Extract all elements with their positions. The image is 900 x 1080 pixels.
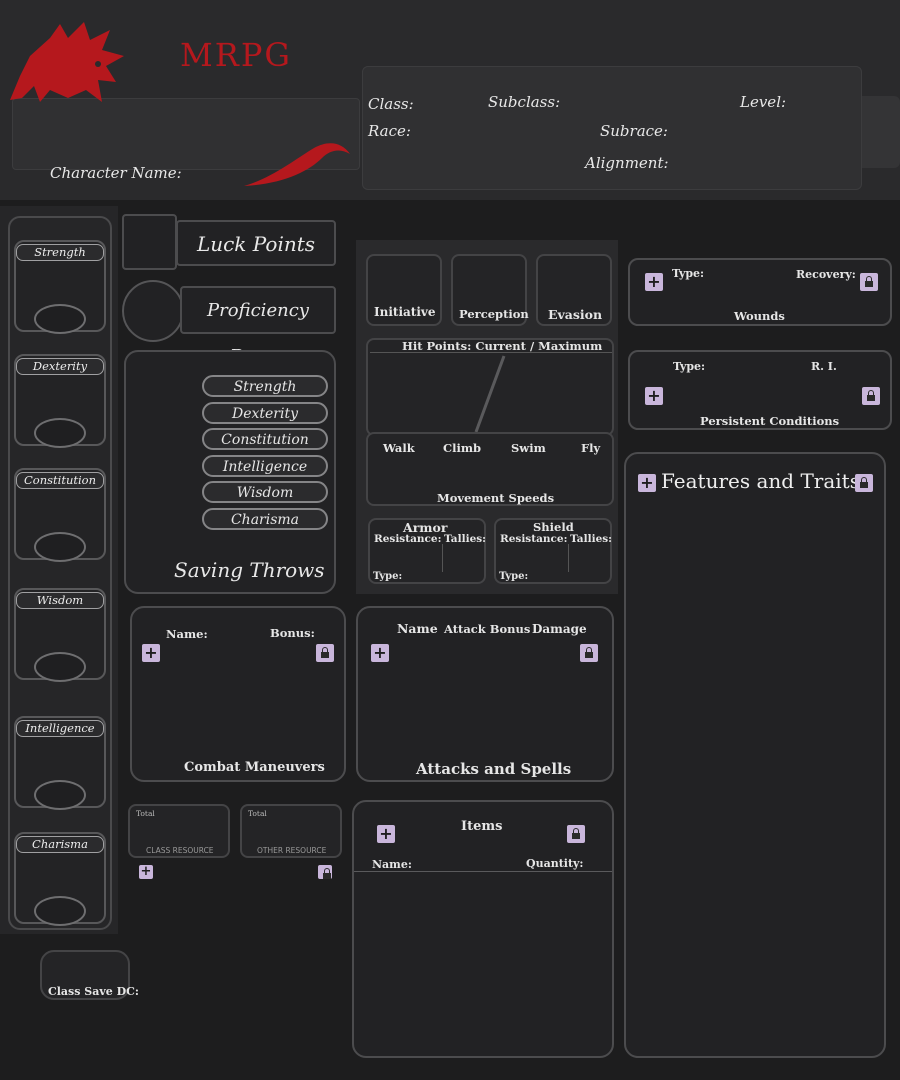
ability-label: Wisdom xyxy=(16,592,104,609)
other-resource-label: OTHER RESOURCE xyxy=(257,846,327,855)
ability-modifier-oval[interactable] xyxy=(34,652,86,682)
red-flourish xyxy=(244,143,350,186)
shield-type-label: Type: xyxy=(499,571,529,582)
items-name-label: Name: xyxy=(372,858,412,871)
items-quantity-label: Quantity: xyxy=(526,857,584,870)
conditions-ri-label: R. I. xyxy=(811,360,837,373)
saving-throw-wisdom[interactable]: Wisdom xyxy=(202,481,328,503)
hit-points-label: Hit Points: Current / Maximum xyxy=(402,339,603,353)
saving-throw-intelligence[interactable]: Intelligence xyxy=(202,454,328,477)
maneuvers-add-button[interactable]: + xyxy=(142,644,160,662)
movement-speeds-label: Movement Speeds xyxy=(437,491,555,505)
saving-throw-constitution[interactable]: Constitution xyxy=(202,428,328,450)
wounds-add-button[interactable]: + xyxy=(645,273,663,291)
saving-throw-dexterity[interactable]: Dexterity xyxy=(202,401,328,424)
walk-label: Walk xyxy=(383,441,415,455)
armor-divider xyxy=(442,544,443,572)
items-lock-icon[interactable] xyxy=(567,825,585,843)
subrace-label: Subrace: xyxy=(600,122,668,140)
saving-throw-strength[interactable]: Strength xyxy=(202,375,328,397)
conditions-add-button[interactable]: + xyxy=(645,387,663,405)
hit-points-slash xyxy=(474,355,506,433)
ability-modifier-oval[interactable] xyxy=(34,418,86,448)
ability-modifier-oval[interactable] xyxy=(34,896,86,926)
armor-tallies-label: Tallies: xyxy=(444,533,487,545)
hit-points-divider-top xyxy=(370,352,612,353)
alignment-label: Alignment: xyxy=(585,154,669,172)
wounds-recovery-label: Recovery: xyxy=(796,268,856,281)
features-title: Features and Traits xyxy=(661,469,860,493)
armor-type-label: Type: xyxy=(373,571,403,582)
luck-points-banner[interactable]: Luck Points xyxy=(176,220,336,266)
shield-title: Shield xyxy=(533,520,574,534)
fly-label: Fly xyxy=(581,441,601,455)
character-name-label: Character Name: xyxy=(50,164,182,182)
shield-divider xyxy=(568,544,569,572)
maneuvers-bonus-label: Bonus: xyxy=(270,626,315,640)
resource-add-button[interactable]: + xyxy=(139,865,153,879)
subclass-label: Subclass: xyxy=(488,93,561,111)
items-divider xyxy=(354,871,612,872)
perception-label: Perception xyxy=(459,307,529,321)
shield-tallies-label: Tallies: xyxy=(570,533,613,545)
race-label: Race: xyxy=(368,122,411,140)
proficiency-circle[interactable] xyxy=(122,280,184,342)
resource-lock-icon[interactable] xyxy=(318,865,332,879)
saving-throw-charisma[interactable]: Charisma xyxy=(202,507,328,530)
attacks-add-button[interactable]: + xyxy=(371,644,389,662)
class-resource-label: CLASS RESOURCE xyxy=(146,846,214,855)
items-title: Items xyxy=(461,819,503,834)
luck-points-label: Luck Points xyxy=(196,232,316,256)
armor-resistance-label: Resistance: xyxy=(374,533,442,545)
level-label: Level: xyxy=(740,93,787,111)
maneuvers-name-label: Name: xyxy=(166,627,208,641)
logo-text: MRPG xyxy=(180,36,292,74)
ability-label: Charisma xyxy=(16,836,104,853)
conditions-title: Persistent Conditions xyxy=(700,414,840,428)
maneuvers-lock-icon[interactable] xyxy=(316,644,334,662)
ability-modifier-oval[interactable] xyxy=(34,780,86,810)
initiative-label: Initiative xyxy=(374,305,436,319)
wounds-title: Wounds xyxy=(734,309,785,323)
features-lock-icon[interactable] xyxy=(855,474,873,492)
items-add-button[interactable]: + xyxy=(377,825,395,843)
ability-modifier-oval[interactable] xyxy=(34,304,86,334)
proficiency-bonus-banner: Proficiency Bonus xyxy=(180,286,336,367)
dragon-icon xyxy=(10,22,124,102)
ability-label: Constitution xyxy=(16,472,104,489)
class-save-dc-label: Class Save DC: xyxy=(48,985,139,998)
attacks-damage-col: Damage xyxy=(532,622,587,636)
attacks-title: Attacks and Spells xyxy=(416,760,572,778)
class-label: Class: xyxy=(368,95,414,113)
saving-throws-title: Saving Throws xyxy=(174,558,325,582)
shield-resistance-label: Resistance: xyxy=(500,533,568,545)
header-banner-tail xyxy=(862,96,900,168)
ability-label: Strength xyxy=(16,244,104,261)
attacks-name-col: Name xyxy=(397,621,438,636)
swim-label: Swim xyxy=(511,441,546,455)
ability-modifier-oval[interactable] xyxy=(34,532,86,562)
conditions-type-label: Type: xyxy=(673,360,706,373)
ability-label: Dexterity xyxy=(16,358,104,375)
features-add-button[interactable]: + xyxy=(638,474,656,492)
evasion-label: Evasion xyxy=(548,307,603,322)
wounds-lock-icon[interactable] xyxy=(860,273,878,291)
features-panel xyxy=(624,452,886,1058)
conditions-lock-icon[interactable] xyxy=(862,387,880,405)
maneuvers-title: Combat Maneuvers xyxy=(184,760,325,775)
attacks-lock-icon[interactable] xyxy=(580,644,598,662)
climb-label: Climb xyxy=(443,441,482,455)
attacks-attack-col: Attack Bonus xyxy=(444,622,531,636)
ability-label: Intelligence xyxy=(16,720,104,737)
other-resource-total: Total xyxy=(248,809,267,818)
luck-points-box xyxy=(122,214,177,270)
class-resource-total: Total xyxy=(136,809,155,818)
wounds-type-label: Type: xyxy=(672,267,705,280)
